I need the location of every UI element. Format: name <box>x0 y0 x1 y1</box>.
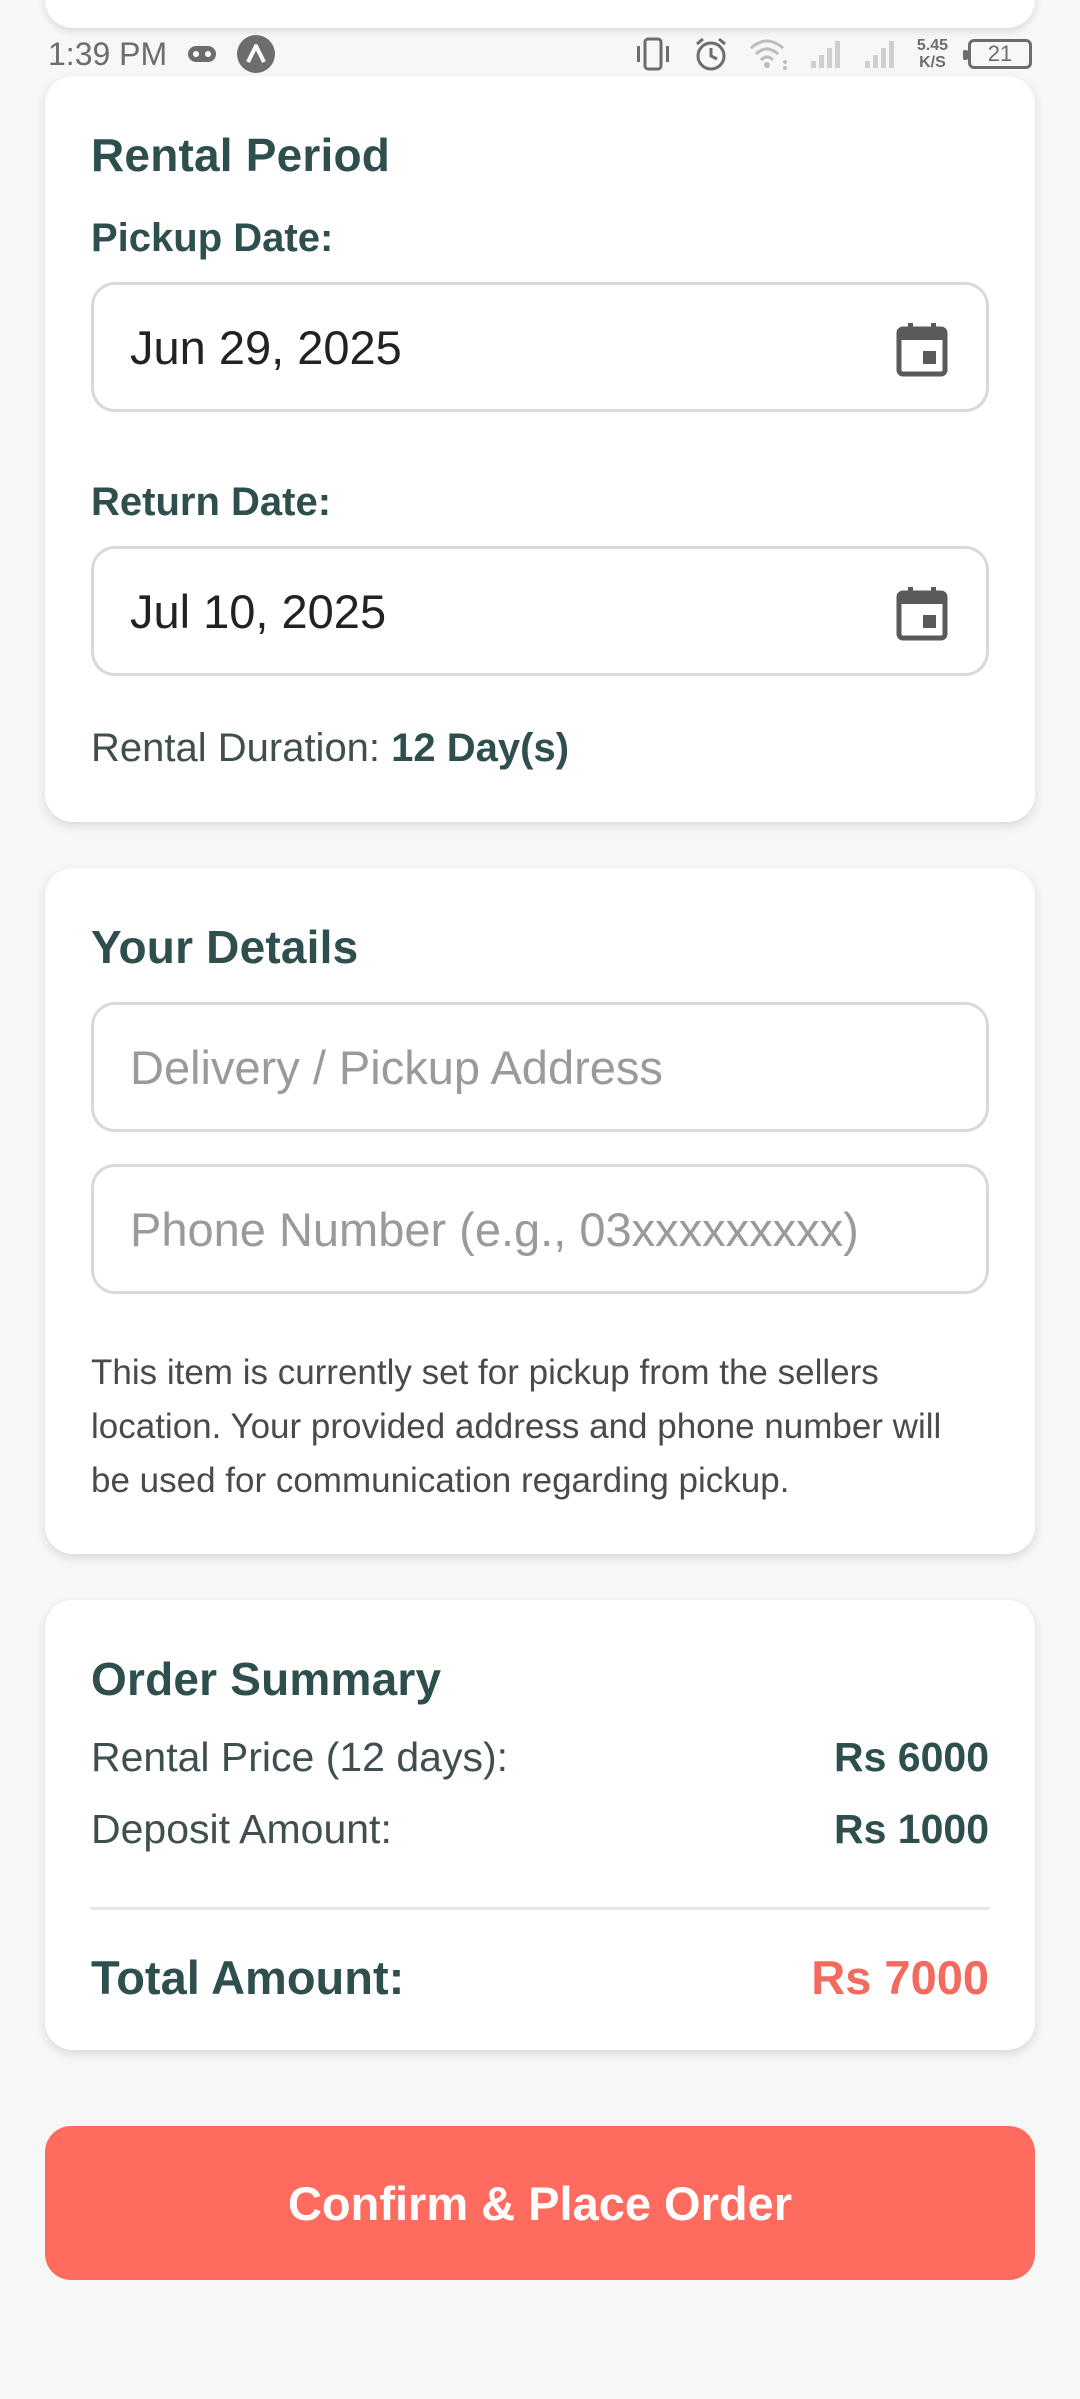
pickup-note: This item is currently set for pickup fr… <box>91 1353 942 1500</box>
rental-price-row: Rental Price (12 days): Rs 6000 <box>91 1734 989 1781</box>
calendar-icon[interactable] <box>896 321 948 377</box>
pickup-date-label: Pickup Date: <box>91 216 334 260</box>
checkout-screen: 1:39 PM 5.45 K/S 21 Rental Period Pickup… <box>0 0 1080 2399</box>
previous-card-edge <box>45 0 1035 28</box>
pickup-date-field[interactable]: Jun 29, 2025 <box>91 282 989 412</box>
pickup-date-value: Jun 29, 2025 <box>130 320 402 374</box>
order-summary-title: Order Summary <box>91 1653 442 1705</box>
deposit-value: Rs 1000 <box>833 1806 989 1852</box>
status-left: 1:39 PM <box>48 35 276 73</box>
your-details-card: Your Details This item is currently set … <box>45 868 1035 1554</box>
status-bar: 1:39 PM 5.45 K/S 21 <box>0 28 1080 80</box>
rental-price-label: Rental Price (12 days): <box>91 1734 509 1780</box>
status-time: 1:39 PM <box>48 35 168 72</box>
address-input[interactable] <box>91 1002 989 1132</box>
rental-period-card: Rental Period Pickup Date: Jun 29, 2025 … <box>45 76 1035 822</box>
return-date-value: Jul 10, 2025 <box>130 584 387 638</box>
wifi-icon <box>749 38 789 70</box>
total-value: Rs 7000 <box>811 1951 989 2004</box>
total-row: Total Amount: Rs 7000 <box>91 1950 989 2005</box>
battery-icon: 21 <box>963 39 1032 69</box>
network-speed-unit: K/S <box>919 54 946 71</box>
confirm-order-button[interactable]: Confirm & Place Order <box>45 2126 1035 2280</box>
battery-level: 21 <box>987 41 1013 66</box>
order-summary-card: Order Summary Rental Price (12 days): Rs… <box>45 1600 1035 2050</box>
app-notification-icon <box>237 35 276 73</box>
status-right: 5.45 K/S 21 <box>633 36 1032 72</box>
network-speed-value: 5.45 <box>916 37 948 54</box>
total-label: Total Amount: <box>91 1951 405 2004</box>
return-date-field[interactable]: Jul 10, 2025 <box>91 546 989 676</box>
summary-divider <box>91 1907 989 1910</box>
calendar-icon[interactable] <box>896 585 948 641</box>
rental-duration-value: 12 Day(s) <box>391 726 570 770</box>
phone-input[interactable] <box>91 1164 989 1294</box>
vibrate-icon <box>633 37 673 71</box>
network-speed: 5.45 K/S <box>917 37 948 71</box>
rental-duration: Rental Duration: 12 Day(s) <box>91 726 569 771</box>
rental-price-value: Rs 6000 <box>833 1734 989 1780</box>
return-date-label: Return Date: <box>91 480 332 524</box>
your-details-title: Your Details <box>91 921 359 973</box>
rental-duration-label: Rental Duration: <box>91 726 381 770</box>
signal-icon-sim2 <box>863 39 897 69</box>
alarm-icon <box>693 36 729 72</box>
signal-icon-sim1 <box>809 39 843 69</box>
gamepad-icon <box>187 43 217 65</box>
deposit-row: Deposit Amount: Rs 1000 <box>91 1806 989 1853</box>
deposit-label: Deposit Amount: <box>91 1806 392 1852</box>
rental-period-title: Rental Period <box>91 129 391 181</box>
